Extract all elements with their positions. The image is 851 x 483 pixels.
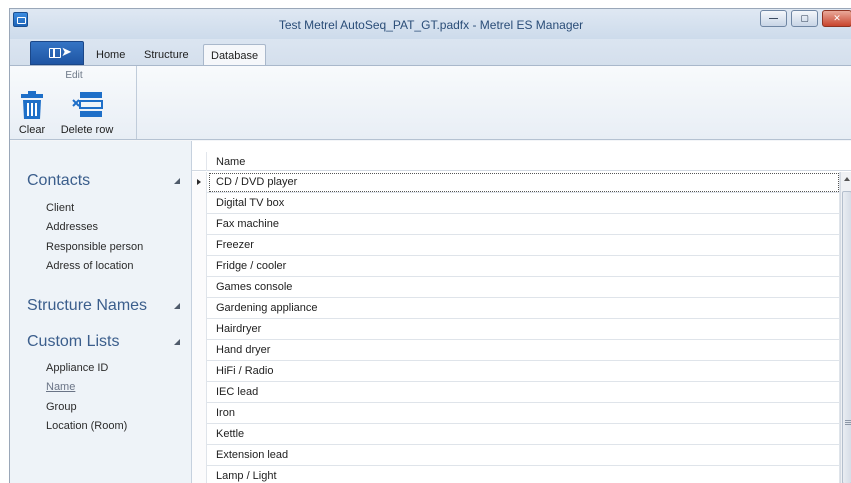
- name-cell[interactable]: CD / DVD player: [208, 172, 840, 193]
- row-header[interactable]: [192, 277, 207, 298]
- window-title: Test Metrel AutoSeq_PAT_GT.padfx - Metre…: [278, 18, 584, 32]
- row-header[interactable]: [192, 214, 207, 235]
- row-header[interactable]: [192, 361, 207, 382]
- name-cell[interactable]: Fax machine: [208, 214, 840, 235]
- trash-icon: [21, 91, 43, 119]
- ribbon-tab-bar: ➤ Home Structure Database: [10, 39, 851, 66]
- app-window: Test Metrel AutoSeq_PAT_GT.padfx - Metre…: [9, 8, 851, 483]
- table-row[interactable]: HiFi / Radio: [192, 361, 840, 382]
- row-header[interactable]: [192, 319, 207, 340]
- minimize-icon: —: [769, 13, 778, 23]
- row-header[interactable]: [192, 298, 207, 319]
- clear-button[interactable]: Clear: [15, 90, 49, 138]
- table-row[interactable]: Games console: [192, 277, 840, 298]
- current-row-icon: [197, 179, 201, 185]
- tab-structure[interactable]: Structure: [144, 49, 189, 61]
- table-row[interactable]: Hand dryer: [192, 340, 840, 361]
- table-row[interactable]: Iron: [192, 403, 840, 424]
- row-header[interactable]: [192, 193, 207, 214]
- file-menu-icon: [49, 48, 61, 58]
- window-controls: — ▢ ✕: [760, 10, 851, 27]
- name-cell[interactable]: Lamp / Light: [208, 466, 840, 483]
- table-row[interactable]: Lamp / Light: [192, 466, 840, 483]
- row-header[interactable]: [192, 424, 207, 445]
- navigation-panel: Contacts Client Addresses Responsible pe…: [10, 141, 192, 483]
- delete-row-label: Delete row: [60, 124, 114, 136]
- nav-item-adress-of-location[interactable]: Adress of location: [46, 260, 133, 272]
- name-cell[interactable]: Hand dryer: [208, 340, 840, 361]
- table-row[interactable]: Fax machine: [192, 214, 840, 235]
- name-cell[interactable]: IEC lead: [208, 382, 840, 403]
- group-label-edit: Edit: [65, 70, 83, 81]
- grid-header: Name: [192, 152, 851, 171]
- name-cell[interactable]: Kettle: [208, 424, 840, 445]
- scroll-grip-icon: [845, 420, 851, 425]
- name-cell[interactable]: HiFi / Radio: [208, 361, 840, 382]
- clear-label: Clear: [18, 124, 46, 136]
- nav-item-group[interactable]: Group: [46, 401, 77, 413]
- row-header[interactable]: [192, 235, 207, 256]
- table-row[interactable]: Fridge / cooler: [192, 256, 840, 277]
- vertical-scrollbar[interactable]: [840, 172, 851, 483]
- column-header-name[interactable]: Name: [216, 156, 245, 168]
- table-row[interactable]: Hairdryer: [192, 319, 840, 340]
- nav-section-structure-names[interactable]: Structure Names: [27, 297, 147, 315]
- close-button[interactable]: ✕: [822, 10, 851, 27]
- maximize-icon: ▢: [800, 13, 809, 23]
- table-row[interactable]: Extension lead: [192, 445, 840, 466]
- nav-section-custom-lists[interactable]: Custom Lists: [27, 333, 119, 351]
- nav-item-addresses[interactable]: Addresses: [46, 221, 98, 233]
- file-menu-button[interactable]: ➤: [30, 41, 84, 65]
- delete-row-icon: [72, 92, 103, 117]
- table-row[interactable]: Digital TV box: [192, 193, 840, 214]
- nav-item-responsible-person[interactable]: Responsible person: [46, 241, 143, 253]
- nav-item-appliance-id[interactable]: Appliance ID: [46, 362, 108, 374]
- name-cell[interactable]: Digital TV box: [208, 193, 840, 214]
- row-header-corner[interactable]: [192, 152, 207, 171]
- table-row[interactable]: Freezer: [192, 235, 840, 256]
- data-grid: Name CD / DVD player Digital TV box Fax ma…: [192, 141, 851, 483]
- table-row[interactable]: Kettle: [192, 424, 840, 445]
- ribbon-group-edit: Edit Clear Delete row: [11, 66, 137, 139]
- nav-item-client[interactable]: Client: [46, 202, 74, 214]
- scroll-up-icon[interactable]: [844, 177, 850, 181]
- name-cell[interactable]: Freezer: [208, 235, 840, 256]
- name-cell[interactable]: Hairdryer: [208, 319, 840, 340]
- name-cell[interactable]: Gardening appliance: [208, 298, 840, 319]
- tab-database[interactable]: Database: [203, 44, 267, 66]
- row-header[interactable]: [192, 256, 207, 277]
- row-header[interactable]: [192, 340, 207, 361]
- row-header[interactable]: [192, 403, 207, 424]
- name-cell[interactable]: Games console: [208, 277, 840, 298]
- nav-item-name[interactable]: Name: [46, 381, 75, 393]
- name-cell[interactable]: Extension lead: [208, 445, 840, 466]
- row-header[interactable]: [192, 172, 207, 193]
- name-cell[interactable]: Fridge / cooler: [208, 256, 840, 277]
- row-header[interactable]: [192, 445, 207, 466]
- mouse-cursor-icon: ➤: [61, 44, 72, 59]
- minimize-button[interactable]: —: [760, 10, 787, 27]
- tab-home[interactable]: Home: [96, 49, 125, 61]
- nav-section-contacts[interactable]: Contacts: [27, 172, 90, 190]
- collapse-arrow-icon[interactable]: [174, 339, 180, 345]
- table-row[interactable]: IEC lead: [192, 382, 840, 403]
- delete-row-button[interactable]: Delete row: [55, 90, 119, 138]
- title-bar: Test Metrel AutoSeq_PAT_GT.padfx - Metre…: [10, 9, 851, 39]
- collapse-arrow-icon[interactable]: [174, 303, 180, 309]
- collapse-arrow-icon[interactable]: [174, 178, 180, 184]
- scrollbar-thumb[interactable]: [842, 191, 851, 483]
- table-row[interactable]: CD / DVD player: [192, 172, 840, 193]
- row-header[interactable]: [192, 382, 207, 403]
- table-row[interactable]: Gardening appliance: [192, 298, 840, 319]
- nav-item-location-room[interactable]: Location (Room): [46, 420, 127, 432]
- close-icon: ✕: [833, 13, 841, 23]
- name-cell[interactable]: Iron: [208, 403, 840, 424]
- ribbon-panel: Edit Clear Delete row: [10, 65, 851, 140]
- row-header[interactable]: [192, 466, 207, 483]
- maximize-button[interactable]: ▢: [791, 10, 818, 27]
